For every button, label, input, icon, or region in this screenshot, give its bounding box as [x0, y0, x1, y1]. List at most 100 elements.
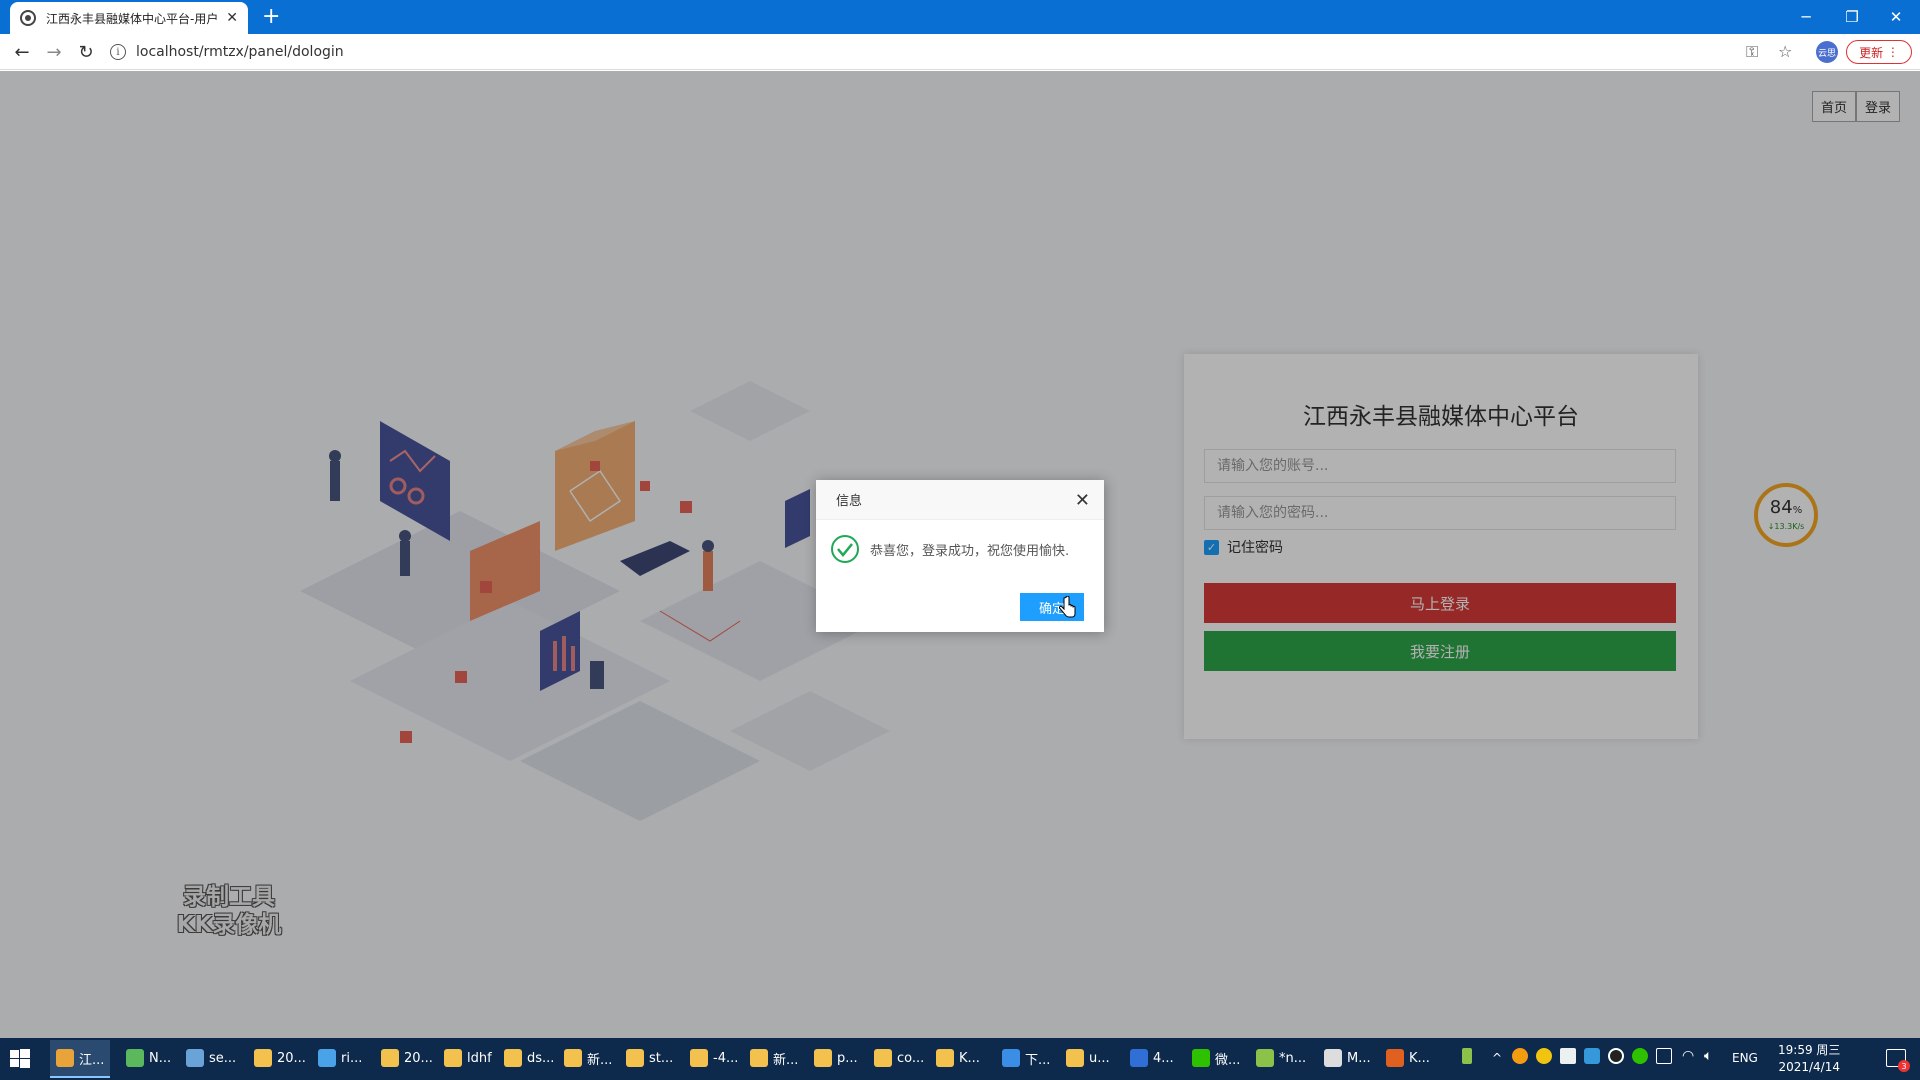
taskbar-item-label: 20... — [277, 1050, 306, 1066]
tab-title: 江西永丰县融媒体中心平台-用户 — [46, 11, 219, 26]
clock-date: 2021/4/14 — [1778, 1060, 1840, 1074]
hand-cursor-icon — [1058, 596, 1076, 618]
taskbar-item-label: 20... — [404, 1050, 433, 1066]
taskbar-item[interactable]: K... — [930, 1040, 986, 1078]
dialog-message: 恭喜您，登录成功，祝您使用愉快. — [870, 543, 1070, 559]
wechat-tray-icon[interactable] — [1632, 1048, 1648, 1064]
taskbar-app-icon — [750, 1049, 768, 1067]
taskbar-item-label: K... — [1409, 1050, 1430, 1066]
taskbar-item[interactable]: se... — [180, 1040, 242, 1078]
dialog-title: 信息 — [836, 494, 863, 509]
taskbar-item[interactable]: 20... — [248, 1040, 312, 1078]
forward-arrow-icon[interactable]: → — [42, 40, 66, 64]
tray-app-icon-1[interactable] — [1512, 1048, 1528, 1064]
windows-taskbar: 江... N... se... 20... ri... 20... ldhf ds... 新..… — [0, 1038, 1920, 1080]
taskbar-app-icon — [814, 1049, 832, 1067]
windows-start-icon[interactable] — [10, 1049, 30, 1069]
browser-update-button[interactable]: 更新 ⋮ — [1846, 40, 1912, 64]
taskbar-item[interactable]: 下... — [996, 1040, 1056, 1078]
taskbar-item-label: se... — [209, 1050, 237, 1066]
taskbar-item-label: *n... — [1279, 1050, 1307, 1066]
taskbar-item[interactable]: 微... — [1186, 1040, 1246, 1078]
taskbar-app-icon — [504, 1049, 522, 1067]
taskbar-app-icon — [1066, 1049, 1084, 1067]
taskbar-item[interactable]: 20... — [375, 1040, 439, 1078]
wifi-icon[interactable]: ◠ — [1682, 1048, 1694, 1064]
taskbar-item[interactable]: N... — [120, 1040, 177, 1078]
taskbar-app-icon — [318, 1049, 336, 1067]
bookmark-star-icon[interactable]: ☆ — [1778, 42, 1792, 61]
site-info-icon[interactable]: i — [110, 44, 126, 60]
taskbar-item-label: 新... — [773, 1052, 799, 1068]
taskbar-app-icon — [1324, 1049, 1342, 1067]
battery-tray-icon[interactable] — [1462, 1048, 1472, 1064]
taskbar-app-icon — [874, 1049, 892, 1067]
input-language[interactable]: ENG — [1732, 1051, 1758, 1065]
taskbar-item[interactable]: K... — [1380, 1040, 1436, 1078]
taskbar-app-icon — [626, 1049, 644, 1067]
taskbar-item[interactable]: st... — [620, 1040, 679, 1078]
tray-app-icon-3[interactable] — [1560, 1048, 1576, 1064]
taskbar-item[interactable]: 新... — [558, 1040, 618, 1078]
window-close-icon[interactable]: ✕ — [1874, 0, 1918, 34]
taskbar-app-icon — [381, 1049, 399, 1067]
taskbar-clock[interactable]: 19:59 周三 2021/4/14 — [1778, 1042, 1840, 1076]
taskbar-app-icon — [936, 1049, 954, 1067]
notification-count: 3 — [1898, 1060, 1910, 1072]
taskbar-app-icon — [186, 1049, 204, 1067]
update-label: 更新 — [1859, 45, 1884, 60]
taskbar-app-icon — [1386, 1049, 1404, 1067]
taskbar-item[interactable]: u... — [1060, 1040, 1116, 1078]
taskbar-app-icon — [1130, 1049, 1148, 1067]
taskbar-app-icon — [126, 1049, 144, 1067]
taskbar-item-label: 下... — [1025, 1052, 1051, 1068]
taskbar-app-icon — [1256, 1049, 1274, 1067]
taskbar-item-label: -4... — [713, 1050, 739, 1066]
tray-chevron-icon[interactable]: ^ — [1492, 1051, 1502, 1065]
reload-icon[interactable]: ↻ — [74, 40, 98, 64]
taskbar-item[interactable]: 4... — [1124, 1040, 1180, 1078]
taskbar-item[interactable]: *n... — [1250, 1040, 1312, 1078]
tab-close-icon[interactable]: ✕ — [226, 10, 238, 26]
taskbar-item-label: ldhf — [467, 1050, 492, 1066]
browser-tab[interactable]: 江西永丰县融媒体中心平台-用户 ✕ — [10, 2, 248, 34]
taskbar-item-label: M... — [1347, 1050, 1371, 1066]
tab-favicon-icon — [20, 10, 36, 26]
taskbar-app-icon — [564, 1049, 582, 1067]
new-tab-button[interactable]: + — [262, 4, 280, 30]
taskbar-app-icon — [56, 1049, 74, 1067]
taskbar-item[interactable]: ri... — [312, 1040, 368, 1078]
taskbar-item[interactable]: 江... — [50, 1040, 111, 1078]
taskbar-item[interactable]: ldhf — [438, 1040, 498, 1078]
taskbar-item[interactable]: -4... — [684, 1040, 744, 1078]
usb-tray-icon[interactable] — [1656, 1048, 1672, 1064]
qq-tray-icon[interactable] — [1608, 1048, 1624, 1064]
clock-time: 19:59 周三 — [1778, 1043, 1841, 1057]
success-check-icon — [831, 535, 859, 563]
tray-app-icon-4[interactable] — [1584, 1048, 1600, 1064]
dialog-close-icon[interactable]: ✕ — [1075, 490, 1090, 511]
key-icon[interactable]: ⚿ — [1746, 42, 1758, 62]
taskbar-item-label: st... — [649, 1050, 674, 1066]
taskbar-item-label: K... — [959, 1050, 980, 1066]
taskbar-item[interactable]: p... — [808, 1040, 864, 1078]
minimize-icon[interactable]: ─ — [1784, 0, 1828, 34]
profile-avatar[interactable]: 云思 — [1816, 41, 1838, 63]
taskbar-item[interactable]: M... — [1318, 1040, 1377, 1078]
tray-app-icon-2[interactable] — [1536, 1048, 1552, 1064]
taskbar-item[interactable]: co... — [868, 1040, 930, 1078]
taskbar-item-label: ds... — [527, 1050, 555, 1066]
browser-toolbar: ← → ↻ i localhost/rmtzx/panel/dologin ⚿ … — [0, 34, 1920, 70]
taskbar-item[interactable]: ds... — [498, 1040, 560, 1078]
dialog-header: 信息 ✕ — [816, 480, 1104, 520]
browser-titlebar: 江西永丰县融媒体中心平台-用户 ✕ + ─ ❐ ✕ — [0, 0, 1920, 34]
back-arrow-icon[interactable]: ← — [10, 40, 34, 64]
restore-icon[interactable]: ❐ — [1830, 0, 1874, 34]
taskbar-app-icon — [1192, 1049, 1210, 1067]
volume-icon[interactable]: 🔈︎ — [1704, 1048, 1712, 1064]
taskbar-item-label: u... — [1089, 1050, 1110, 1066]
address-url[interactable]: localhost/rmtzx/panel/dologin — [136, 44, 344, 60]
dialog-body: 恭喜您，登录成功，祝您使用愉快. — [816, 520, 1104, 564]
address-bar[interactable]: i localhost/rmtzx/panel/dologin — [110, 38, 1780, 66]
taskbar-item[interactable]: 新... — [744, 1040, 804, 1078]
